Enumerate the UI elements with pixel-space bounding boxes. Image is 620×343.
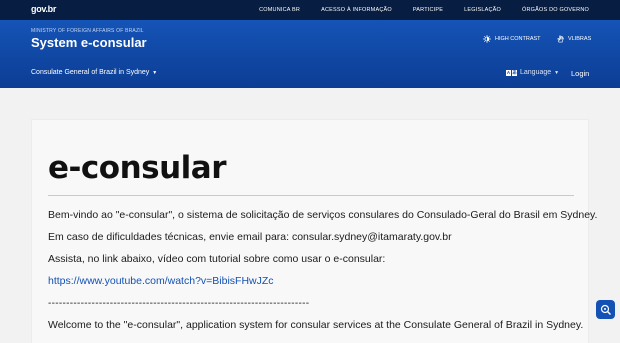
accessibility-button[interactable] [596, 300, 615, 319]
support-email-text: Em caso de dificuldades técnicas, envie … [48, 231, 452, 243]
translate-icon: Aあ [506, 69, 517, 76]
welcome-text-pt: Bem-vindo ao "e-consular", o sistema de … [48, 209, 598, 221]
chevron-down-icon: ▼ [554, 69, 560, 76]
language-dropdown[interactable]: Aあ Language ▼ [506, 69, 559, 76]
chevron-down-icon: ▼ [152, 69, 158, 76]
hand-icon [557, 35, 564, 43]
gov-links: COMUNICA BR ACESSO À INFORMAÇÃO PARTICIP… [238, 0, 589, 20]
consulate-dropdown[interactable]: Consulate General of Brazil in Sydney ▼ [31, 69, 157, 76]
vlibras-label: VLIBRAS [568, 36, 592, 42]
consulate-label: Consulate General of Brazil in Sydney [31, 69, 150, 76]
system-title[interactable]: System e-consular [31, 35, 147, 50]
divider [48, 195, 574, 196]
high-contrast-button[interactable]: HIGH CONTRAST [483, 35, 541, 43]
tutorial-text: Assista, no link abaixo, vídeo com tutor… [48, 253, 386, 265]
gov-br-logo[interactable]: gov.br [31, 4, 56, 14]
site-header: MINISTRY OF FOREIGN AFFAIRS OF BRAZIL Sy… [0, 20, 620, 88]
gov-link-legislacao[interactable]: LEGISLAÇÃO [464, 7, 501, 13]
contrast-icon [483, 35, 491, 43]
separator-dashes: ----------------------------------------… [48, 298, 310, 309]
vlibras-button[interactable]: VLIBRAS [557, 35, 591, 43]
content-card: e-consular Bem-vindo ao "e-consular", o … [31, 119, 597, 343]
gov-link-acesso-informacao[interactable]: ACESSO À INFORMAÇÃO [321, 7, 392, 13]
accessibility-icon [600, 304, 611, 315]
welcome-text-en: Welcome to the "e-consular", application… [48, 319, 584, 331]
language-label: Language [520, 69, 552, 76]
high-contrast-label: HIGH CONTRAST [495, 36, 541, 42]
gov-link-participe[interactable]: PARTICIPE [413, 7, 443, 13]
gov-bar: gov.br COMUNICA BR ACESSO À INFORMAÇÃO P… [0, 0, 620, 20]
tutorial-link[interactable]: https://www.youtube.com/watch?v=BibisFHw… [48, 275, 274, 287]
page-title: e-consular [48, 150, 227, 186]
login-link[interactable]: Login [571, 69, 589, 78]
ministry-label: MINISTRY OF FOREIGN AFFAIRS OF BRAZIL [31, 28, 144, 34]
gov-link-comunica-br[interactable]: COMUNICA BR [259, 7, 300, 13]
gov-link-orgaos[interactable]: ÓRGÃOS DO GOVERNO [522, 7, 589, 13]
